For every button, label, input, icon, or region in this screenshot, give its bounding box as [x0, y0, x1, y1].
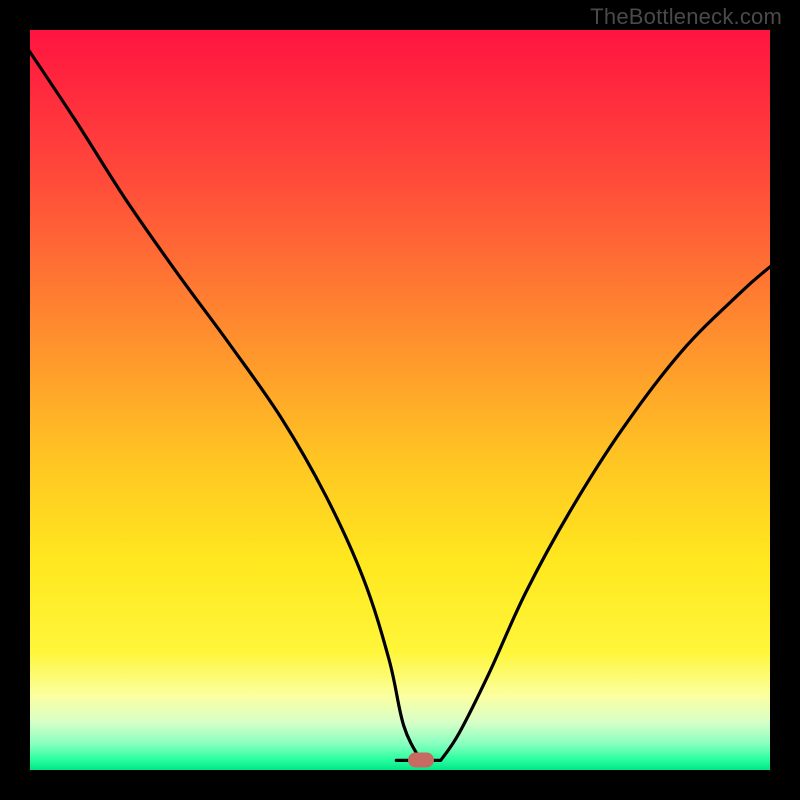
- curve-path: [30, 30, 770, 760]
- valley-marker: [408, 753, 434, 768]
- watermark-text: TheBottleneck.com: [590, 4, 782, 30]
- chart-frame: TheBottleneck.com: [0, 0, 800, 800]
- bottleneck-curve: [30, 30, 770, 770]
- plot-area: [30, 30, 770, 770]
